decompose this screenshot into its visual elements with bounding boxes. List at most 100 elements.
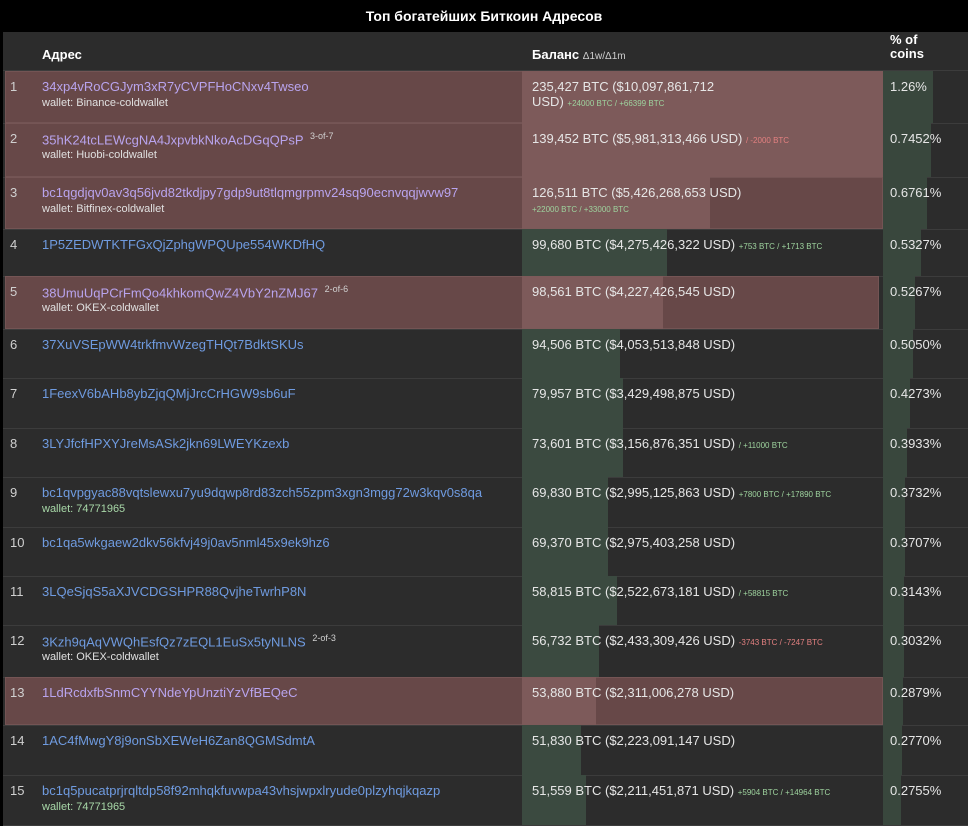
- table-row: 10 bc1qa5wkgaew2dkv56kfvj49j0av5nml45x9ek…: [3, 527, 968, 577]
- address-link[interactable]: 3LYJfcfHPXYJreMsASk2jkn69LWEYKzexb: [42, 436, 289, 451]
- balance-cell: 79,957 BTC ($3,429,498,875 USD): [532, 386, 862, 401]
- percent-value: 0.2879%: [890, 685, 942, 700]
- address-link[interactable]: bc1qvpgyac88vqtslewxu7yu9dqwp8rd83zch55z…: [42, 485, 482, 500]
- balance-cell: 56,732 BTC ($2,433,309,426 USD) -3743 BT…: [532, 633, 862, 650]
- balance-cell: 69,830 BTC ($2,995,125,863 USD) +7800 BT…: [532, 485, 862, 502]
- percent-value: 0.3933%: [890, 436, 942, 451]
- percent-value: 0.4273%: [890, 386, 942, 401]
- column-header-percent[interactable]: % of coins: [890, 33, 924, 61]
- address-link[interactable]: 34xp4vRoCGJym3xR7yCVPFHoCNxv4Twseo: [42, 79, 309, 94]
- address-text: 1LdRcdxfbSnmCYYNdeYpUnztiYzVfBEQeC: [42, 685, 298, 700]
- column-header-address[interactable]: Адрес: [42, 47, 82, 62]
- table-row: 4 1P5ZEDWTKTFGxQjZphgWPQUpe554WKDfHQ 99,68…: [3, 229, 968, 277]
- percent-value: 0.5050%: [890, 337, 942, 352]
- balance-value: 69,370 BTC ($2,975,403,258 USD): [532, 535, 736, 550]
- address-link[interactable]: 3Kzh9qAqVWQhEsfQz7zEQL1EuSx5tyNLNS 2-of-…: [42, 633, 336, 649]
- wallet-label: wallet: OKEX-coldwallet: [42, 651, 159, 663]
- balance-cell: 139,452 BTC ($5,981,313,466 USD) / -2000…: [532, 131, 862, 148]
- wallet-label: wallet: Binance-coldwallet: [42, 97, 168, 109]
- multisig-label: 2-of-3: [312, 633, 336, 643]
- address-link[interactable]: bc1qgdjqv0av3q56jvd82tkdjpy7gdp9ut8tlqmg…: [42, 185, 458, 200]
- balance-cell: 53,880 BTC ($2,311,006,278 USD): [532, 685, 862, 700]
- address-text: 38UmuUqPCrFmQo4khkomQwZ4VbY2nZMJ67: [42, 285, 318, 301]
- percent-value: 0.5327%: [890, 237, 942, 252]
- rank-number: 1: [10, 79, 18, 94]
- balance-cell: 94,506 BTC ($4,053,513,848 USD): [532, 337, 862, 352]
- wallet-label: wallet: 74771965: [42, 801, 126, 813]
- balance-delta: +5904 BTC / +14964 BTC: [737, 788, 831, 797]
- address-link[interactable]: bc1q5pucatprjrqltdp58f92mhqkfuvwpa43vhsj…: [42, 783, 440, 798]
- balance-cell: 235,427 BTC ($10,097,861,712 USD) +24000…: [532, 79, 747, 111]
- rank-number: 15: [10, 783, 25, 798]
- column-header-percent-line2: coins: [890, 46, 924, 61]
- address-text: 34xp4vRoCGJym3xR7yCVPFHoCNxv4Twseo: [42, 79, 309, 94]
- column-header-percent-line1: % of: [890, 32, 918, 47]
- balance-value: 99,680 BTC ($4,275,426,322 USD): [532, 237, 736, 252]
- rank-number: 3: [10, 185, 18, 200]
- rank-number: 4: [10, 237, 18, 252]
- multisig-label: 2-of-6: [324, 284, 349, 294]
- table-row: 13 1LdRcdxfbSnmCYYNdeYpUnztiYzVfBEQeC 53,8…: [3, 677, 968, 726]
- table-row: 8 3LYJfcfHPXYJreMsASk2jkn69LWEYKzexb 73,60…: [3, 428, 968, 478]
- address-text: bc1qvpgyac88vqtslewxu7yu9dqwp8rd83zch55z…: [42, 485, 483, 500]
- address-text: bc1qgdjqv0av3q56jvd82tkdjpy7gdp9ut8tlqmg…: [42, 185, 459, 200]
- table-row: 3 bc1qgdjqv0av3q56jvd82tkdjpy7gdp9ut8tlqm…: [3, 177, 968, 230]
- rank-number: 2: [10, 131, 18, 146]
- column-header-balance-sub: Δ1w/Δ1m: [582, 51, 626, 62]
- balance-cell: 73,601 BTC ($3,156,876,351 USD) / +11000…: [532, 436, 862, 453]
- address-link[interactable]: 1P5ZEDWTKTFGxQjZphgWPQUpe554WKDfHQ: [42, 237, 325, 252]
- percent-value: 0.2770%: [890, 733, 942, 748]
- percent-value: 0.3732%: [890, 485, 942, 500]
- balance-value: 51,559 BTC ($2,211,451,871 USD): [532, 783, 735, 798]
- address-link[interactable]: 35hK24tcLEWcgNA4JxpvbkNkoAcDGqQPsP 3-of-…: [42, 131, 333, 147]
- balance-value: 51,830 BTC ($2,223,091,147 USD): [532, 733, 736, 748]
- rank-number: 5: [10, 284, 18, 299]
- balance-delta: +22000 BTC / +33000 BTC: [532, 205, 629, 214]
- table-row: 15 bc1q5pucatprjrqltdp58f92mhqkfuvwpa43vh…: [3, 775, 968, 826]
- rank-number: 12: [10, 633, 25, 648]
- percent-value: 1.26%: [890, 79, 927, 94]
- percent-value: 0.7452%: [890, 131, 942, 146]
- rank-number: 8: [10, 436, 18, 451]
- balance-value: 53,880 BTC ($2,311,006,278 USD): [532, 685, 735, 700]
- address-text: 35hK24tcLEWcgNA4JxpvbkNkoAcDGqQPsP: [42, 132, 304, 148]
- balance-delta: / -2000 BTC: [745, 136, 790, 145]
- address-link[interactable]: 1AC4fMwgY8j9onSbXEWeH6Zan8QGMSdmtA: [42, 733, 315, 748]
- balance-cell: 99,680 BTC ($4,275,426,322 USD) +753 BTC…: [532, 237, 862, 254]
- balance-cell: 51,559 BTC ($2,211,451,871 USD) +5904 BT…: [532, 783, 862, 800]
- address-text: 3LQeSjqS5aXJVCDGSHPR88QvjheTwrhP8N: [42, 584, 307, 599]
- table-row: 2 35hK24tcLEWcgNA4JxpvbkNkoAcDGqQPsP 3-of…: [3, 123, 968, 178]
- table-row: 6 37XuVSEpWW4trkfmvWzegTHQt7BdktSKUs 94,50…: [3, 329, 968, 379]
- balance-cell: 51,830 BTC ($2,223,091,147 USD): [532, 733, 862, 748]
- wallet-label: wallet: Bitfinex-coldwallet: [42, 203, 165, 215]
- rank-number: 14: [10, 733, 25, 748]
- table-row: 9 bc1qvpgyac88vqtslewxu7yu9dqwp8rd83zch55…: [3, 477, 968, 528]
- rank-number: 13: [10, 685, 25, 700]
- balance-cell: 69,370 BTC ($2,975,403,258 USD): [532, 535, 862, 550]
- address-text: bc1qa5wkgaew2dkv56kfvj49j0av5nml45x9ek9h…: [42, 535, 330, 550]
- address-link[interactable]: bc1qa5wkgaew2dkv56kfvj49j0av5nml45x9ek9h…: [42, 535, 330, 550]
- balance-value: 139,452 BTC ($5,981,313,466 USD): [532, 131, 743, 146]
- address-link[interactable]: 37XuVSEpWW4trkfmvWzegTHQt7BdktSKUs: [42, 337, 304, 352]
- balance-delta: +753 BTC / +1713 BTC: [738, 242, 823, 251]
- balance-delta: +7800 BTC / +17890 BTC: [738, 490, 832, 499]
- balance-value: 56,732 BTC ($2,433,309,426 USD): [532, 633, 736, 648]
- column-header-balance[interactable]: Баланс Δ1w/Δ1m: [532, 47, 626, 62]
- balance-value: 94,506 BTC ($4,053,513,848 USD): [532, 337, 736, 352]
- balance-value: 58,815 BTC ($2,522,673,181 USD): [532, 584, 736, 599]
- address-link[interactable]: 1LdRcdxfbSnmCYYNdeYpUnztiYzVfBEQeC: [42, 685, 298, 700]
- percent-value: 0.5267%: [890, 284, 942, 299]
- percent-value: 0.3707%: [890, 535, 942, 550]
- rank-number: 6: [10, 337, 18, 352]
- address-link[interactable]: 1FeexV6bAHb8ybZjqQMjJrcCrHGW9sb6uF: [42, 386, 296, 401]
- address-link[interactable]: 38UmuUqPCrFmQo4khkomQwZ4VbY2nZMJ67 2-of-…: [42, 284, 348, 300]
- rank-number: 7: [10, 386, 18, 401]
- address-text: 3LYJfcfHPXYJreMsASk2jkn69LWEYKzexb: [42, 436, 290, 451]
- address-text: 3Kzh9qAqVWQhEsfQz7zEQL1EuSx5tyNLNS: [42, 634, 306, 650]
- address-link[interactable]: 3LQeSjqS5aXJVCDGSHPR88QvjheTwrhP8N: [42, 584, 306, 599]
- table-row: 7 1FeexV6bAHb8ybZjqQMjJrcCrHGW9sb6uF 79,95…: [3, 378, 968, 429]
- percent-value: 0.3032%: [890, 633, 942, 648]
- balance-value: 98,561 BTC ($4,227,426,545 USD): [532, 284, 736, 299]
- rank-number: 9: [10, 485, 18, 500]
- rank-number: 11: [10, 584, 24, 599]
